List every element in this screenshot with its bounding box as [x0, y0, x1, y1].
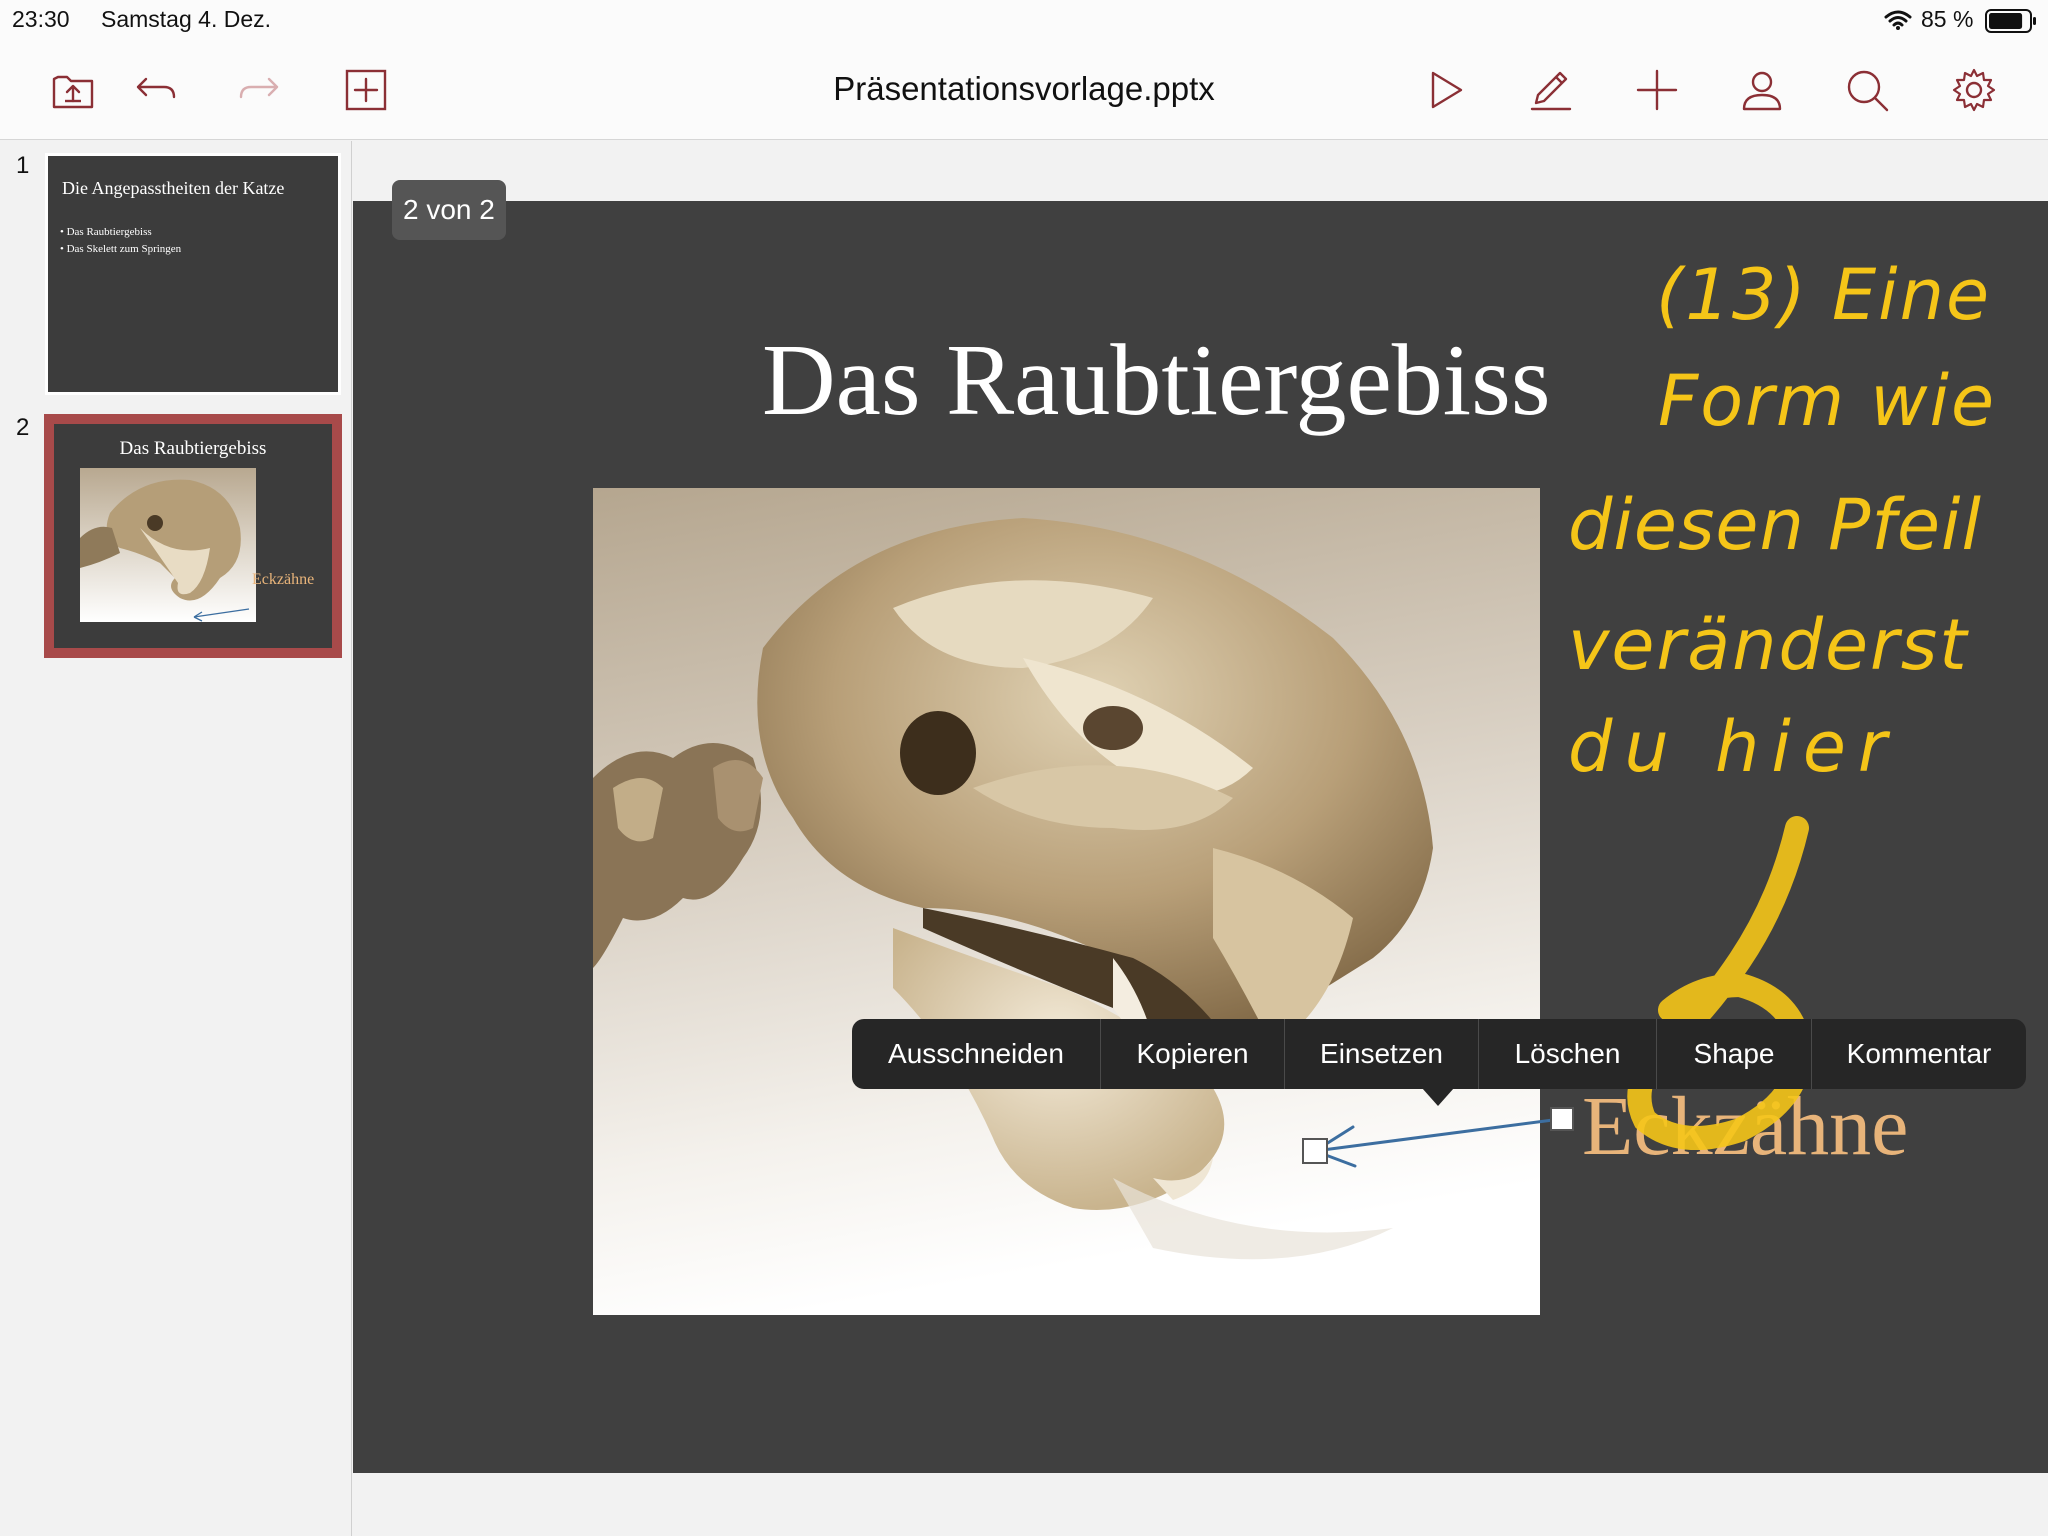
thumbnail-1-bullet: • Das Skelett zum Springen [60, 243, 182, 255]
slide-label-eckzaehne[interactable]: Eckzähne [1582, 1078, 1908, 1175]
folder-export-button[interactable] [47, 64, 99, 116]
status-bar: 23:30 Samstag 4. Dez. 85 % [0, 0, 2048, 40]
menu-item-comment[interactable]: Kommentar [1812, 1019, 2026, 1089]
insert-button[interactable] [1631, 64, 1683, 116]
slide-number-2: 2 [16, 414, 30, 441]
menu-item-shape[interactable]: Shape [1657, 1019, 1812, 1089]
plus-icon [1636, 69, 1678, 111]
skull-photo[interactable] [593, 488, 1540, 1315]
folder-export-icon [52, 75, 94, 109]
annotation-line: veränderst [1568, 604, 1969, 686]
status-time: 23:30 [12, 6, 70, 32]
play-button[interactable] [1420, 64, 1472, 116]
redo-icon [239, 77, 279, 99]
play-icon [1431, 71, 1463, 109]
add-slide-icon [345, 69, 387, 111]
gear-icon [1952, 68, 1996, 112]
slide-navigator: 1 Die Angepasstheiten der Katze • Das Ra… [0, 141, 352, 1536]
toolbar: Präsentationsvorlage.pptx [0, 40, 2048, 140]
undo-icon [136, 77, 176, 99]
redo-button[interactable] [234, 64, 286, 116]
thumbnail-1-bullet: • Das Raubtiergebiss [60, 226, 152, 238]
battery-percent: 85 % [1921, 6, 1974, 32]
pencil-button[interactable] [1525, 64, 1577, 116]
slide-thumbnail-1[interactable]: Die Angepasstheiten der Katze • Das Raub… [45, 153, 341, 395]
pencil-icon [1530, 71, 1572, 111]
annotation-line: du hier [1568, 706, 1899, 788]
search-icon [1847, 70, 1889, 112]
annotation-line: Form wie [1658, 360, 1997, 442]
person-icon [1742, 71, 1782, 111]
search-button[interactable] [1841, 64, 1893, 116]
slide-number-1: 1 [16, 152, 30, 179]
battery-icon [1985, 9, 2036, 33]
page-counter: 2 von 2 [392, 180, 506, 240]
context-menu: Ausschneiden Kopieren Einsetzen Löschen … [852, 1019, 2026, 1089]
wifi-icon [1884, 10, 1912, 30]
menu-item-delete[interactable]: Löschen [1479, 1019, 1657, 1089]
undo-button[interactable] [129, 64, 181, 116]
menu-item-cut[interactable]: Ausschneiden [852, 1019, 1101, 1089]
document-title[interactable]: Präsentationsvorlage.pptx [833, 70, 1215, 107]
share-person-button[interactable] [1736, 64, 1788, 116]
add-slide-button[interactable] [340, 64, 392, 116]
handwritten-annotation: (13) Eine Form wie diesen Pfeil veränder… [1548, 244, 2038, 804]
thumbnail-arrow [193, 608, 250, 622]
thumbnail-1-title: Die Angepasstheiten der Katze [62, 178, 285, 198]
annotation-line: (13) Eine [1656, 254, 1992, 336]
annotation-line: diesen Pfeil [1568, 484, 1982, 566]
menu-item-copy[interactable]: Kopieren [1101, 1019, 1285, 1089]
slide-title[interactable]: Das Raubtiergebiss [762, 322, 1551, 439]
slide-thumbnail-2[interactable]: Das Raubtiergebiss Eckzähne [44, 414, 342, 658]
menu-item-paste[interactable]: Einsetzen [1285, 1019, 1479, 1089]
settings-button[interactable] [1948, 64, 2000, 116]
status-date: Samstag 4. Dez. [101, 6, 272, 32]
thumbnail-2-label: Eckzähne [252, 571, 315, 588]
context-menu-pointer [1422, 1088, 1454, 1106]
